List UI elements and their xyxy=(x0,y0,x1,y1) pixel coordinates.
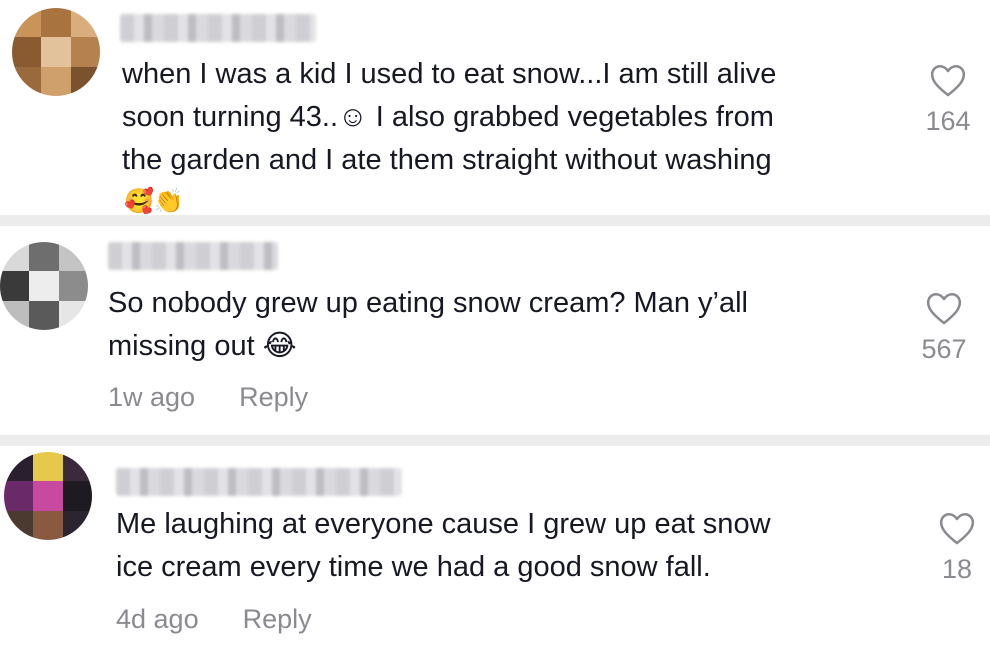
heart-icon xyxy=(926,292,962,325)
comment-meta: 1w ago Reply xyxy=(108,382,352,413)
like-count: 567 xyxy=(921,334,967,364)
comment-text: So nobody grew up eating snow cream? Man… xyxy=(108,287,748,362)
avatar-pixel xyxy=(70,8,100,38)
like-button[interactable]: 164 xyxy=(913,62,983,137)
like-button[interactable]: 567 xyxy=(909,290,979,365)
avatar-pixel xyxy=(4,481,34,512)
comment-text: when I was a kid I used to eat snow...I … xyxy=(122,58,777,176)
avatar-pixel xyxy=(4,510,34,540)
comment-item: So nobody grew up eating snow cream? Man… xyxy=(0,226,990,435)
avatar-pixel xyxy=(33,481,64,512)
timestamp: 1w ago xyxy=(108,382,196,412)
avatar-pixel xyxy=(58,300,88,330)
avatar-pixel xyxy=(33,452,64,482)
avatar-pixel xyxy=(0,300,30,330)
avatar-pixel xyxy=(62,510,92,540)
like-count: 164 xyxy=(925,106,971,136)
avatar-pixel xyxy=(58,271,88,302)
username-blurred[interactable] xyxy=(120,14,316,42)
avatar-pixel xyxy=(12,66,42,96)
avatar-pixel xyxy=(41,66,72,96)
comment-text: Me laughing at everyone cause I grew up … xyxy=(116,508,771,583)
like-button[interactable]: 18 xyxy=(922,510,990,585)
avatar-pixel xyxy=(70,66,100,96)
avatar-pixel xyxy=(0,242,30,272)
avatar-pixel xyxy=(33,510,64,540)
like-count: 18 xyxy=(941,554,973,584)
avatar[interactable] xyxy=(0,242,88,330)
reply-button[interactable]: Reply xyxy=(243,604,312,634)
comment-item: Me laughing at everyone cause I grew up … xyxy=(0,446,990,657)
comment-item: when I was a kid I used to eat snow...I … xyxy=(0,0,990,215)
avatar-pixel xyxy=(29,271,60,302)
avatar[interactable] xyxy=(4,452,92,540)
reply-button[interactable]: Reply xyxy=(239,382,308,412)
heart-icon xyxy=(930,64,966,97)
avatar-pixel xyxy=(29,300,60,330)
avatar-pixel xyxy=(41,37,72,68)
heart-icon xyxy=(939,512,975,545)
comment-meta: 4d ago Reply xyxy=(116,604,356,635)
avatar-pixel xyxy=(0,271,30,302)
divider xyxy=(0,215,990,226)
avatar-pixel xyxy=(41,8,72,38)
timestamp: 4d ago xyxy=(116,604,199,634)
avatar-pixel xyxy=(12,37,42,68)
avatar-pixel xyxy=(58,242,88,272)
avatar-pixel xyxy=(12,8,42,38)
avatar-pixel xyxy=(70,37,100,68)
avatar[interactable] xyxy=(12,8,100,96)
username-blurred[interactable] xyxy=(116,468,402,496)
username-blurred[interactable] xyxy=(108,242,278,270)
divider xyxy=(0,435,990,446)
avatar-pixel xyxy=(29,242,60,272)
avatar-pixel xyxy=(62,452,92,482)
avatar-pixel xyxy=(62,481,92,512)
avatar-pixel xyxy=(4,452,34,482)
